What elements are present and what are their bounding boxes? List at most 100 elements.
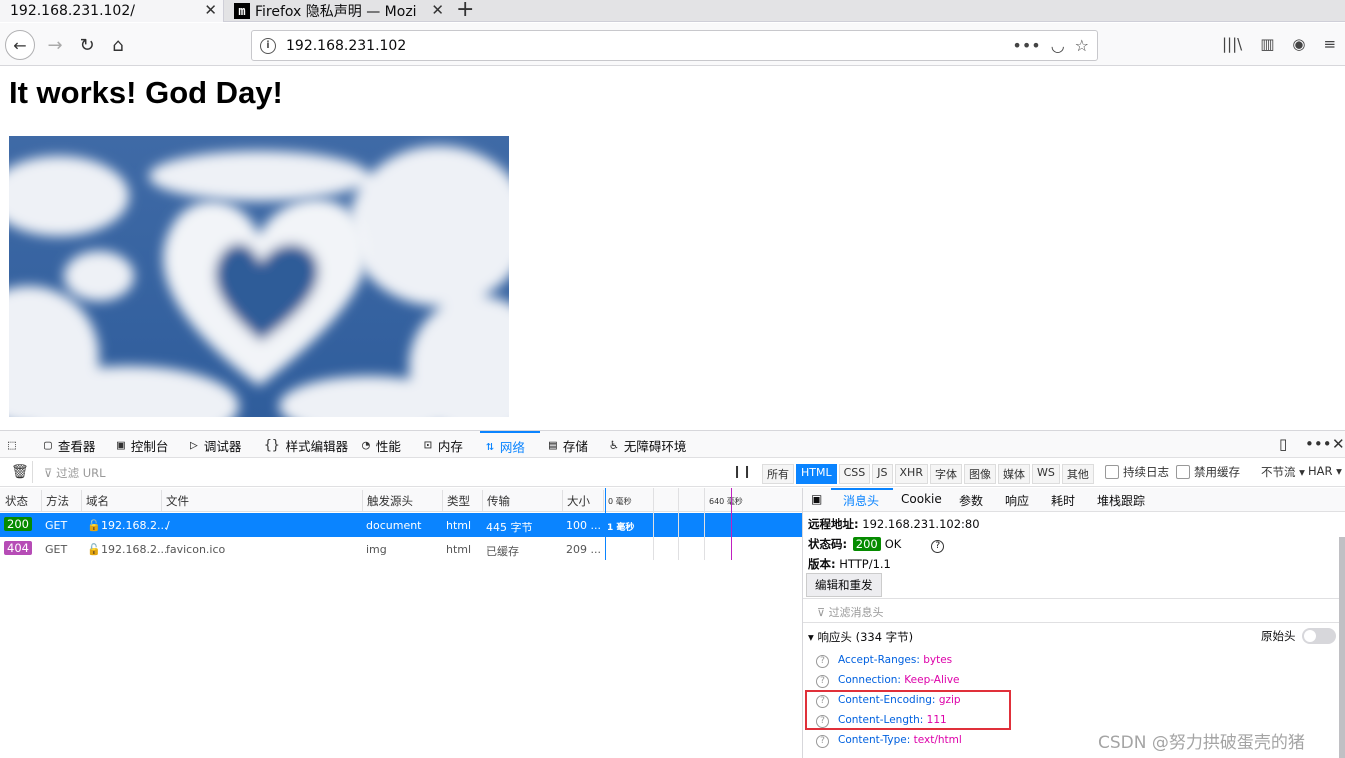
col-method[interactable]: 方法 xyxy=(46,493,69,509)
col-file[interactable]: 文件 xyxy=(166,493,189,509)
tab-headers[interactable]: 消息头 xyxy=(843,492,879,509)
tab-accessibility[interactable]: ♿ 无障碍环境 xyxy=(610,431,686,459)
request-cause: document xyxy=(366,519,422,532)
waterfall-load-line xyxy=(731,488,732,560)
devtools-toolbar: ⬚ ▢ 查看器 ▣ 控制台 ▷ 调试器 {} 样式编辑器 ◔ 性能 ⊡ 内存 ⇅ 网络 ▤ 存储… xyxy=(0,430,1345,458)
library-icon[interactable]: |||\ xyxy=(1222,35,1242,53)
filter-media[interactable]: 媒体 xyxy=(997,464,1030,484)
disable-cache-checkbox[interactable]: 禁用缓存 xyxy=(1176,464,1240,480)
url-bar[interactable]: i 192.168.231.102 ••• ◡ ☆ xyxy=(251,30,1098,61)
edit-resend-button[interactable]: 编辑和重发 xyxy=(806,573,882,597)
tab-network[interactable]: ⇅ 网络 xyxy=(480,431,540,459)
new-tab-icon[interactable]: + xyxy=(456,0,474,22)
more-icon[interactable]: ••• xyxy=(1012,36,1040,55)
table-row[interactable]: 200 GET 🔓 192.168.2... / document html 4… xyxy=(0,513,802,537)
filter-css[interactable]: CSS xyxy=(838,464,871,484)
filter-ws[interactable]: WS xyxy=(1031,464,1060,484)
close-icon[interactable]: ✕ xyxy=(1332,435,1345,453)
toggle-panel-icon[interactable]: ▣ xyxy=(811,492,822,506)
forward-icon[interactable]: → xyxy=(40,30,70,60)
tab-response[interactable]: 响应 xyxy=(1005,492,1029,509)
request-file: favicon.ico xyxy=(166,543,226,556)
col-type[interactable]: 类型 xyxy=(447,493,470,509)
tab-performance[interactable]: ◔ 性能 xyxy=(362,431,401,459)
col-transferred[interactable]: 传输 xyxy=(487,493,510,509)
tab-timings[interactable]: 耗时 xyxy=(1051,492,1075,509)
har-menu[interactable]: HAR ▾ xyxy=(1308,464,1342,478)
request-domain: 192.168.2... xyxy=(101,519,168,532)
filter-url-input[interactable]: ⊽ 过滤 URL xyxy=(44,465,106,481)
filter-xhr[interactable]: XHR xyxy=(894,464,928,484)
heart-cloud-image xyxy=(9,136,509,417)
request-method: GET xyxy=(45,519,68,532)
close-icon[interactable]: ✕ xyxy=(431,1,444,19)
help-icon[interactable]: ? xyxy=(816,675,829,688)
close-icon[interactable]: ✕ xyxy=(204,1,217,19)
info-icon[interactable]: i xyxy=(260,37,276,54)
request-type: html xyxy=(446,519,472,532)
persist-log-checkbox[interactable]: 持续日志 xyxy=(1105,464,1169,480)
tab-inspector[interactable]: ▢ 查看器 xyxy=(44,431,95,459)
tab-console[interactable]: ▣ 控制台 xyxy=(117,431,168,459)
request-size: 100 ... xyxy=(566,519,601,532)
tab-params[interactable]: 参数 xyxy=(959,492,983,509)
filter-other[interactable]: 其他 xyxy=(1061,464,1094,484)
throttle-select[interactable]: 不节流 ▾ xyxy=(1261,464,1305,480)
menu-icon[interactable]: ≡ xyxy=(1324,35,1337,53)
inspector-icon: ▢ xyxy=(44,437,52,453)
response-headers-section[interactable]: ▾ 响应头 (334 字节) xyxy=(808,629,913,645)
page-heading: It works! God Day! xyxy=(9,75,283,110)
tab-memory[interactable]: ⊡ 内存 xyxy=(424,431,463,459)
header-row: ? Content-Type: text/html xyxy=(816,734,962,748)
sidebar-icon[interactable]: ▥ xyxy=(1260,35,1274,53)
help-icon[interactable]: ? xyxy=(816,655,829,668)
col-domain[interactable]: 域名 xyxy=(86,493,109,509)
tab-storage[interactable]: ▤ 存储 xyxy=(549,431,588,459)
tab-stack-trace[interactable]: 堆栈跟踪 xyxy=(1097,492,1145,509)
nav-bar: ← → ↻ ⌂ i 192.168.231.102 ••• ◡ ☆ |||\ ▥… xyxy=(0,23,1345,66)
filter-html[interactable]: HTML xyxy=(796,464,837,484)
tab-privacy[interactable]: m Firefox 隐私声明 — Mozi ✕ xyxy=(226,0,450,22)
trash-icon[interactable]: 🗑 xyxy=(11,464,29,480)
updown-arrows-icon: ⇅ xyxy=(486,438,494,454)
watermark: CSDN @努力拱破蛋壳的猪 xyxy=(1098,733,1305,753)
tab-current[interactable]: 192.168.231.102/ ✕ xyxy=(0,0,224,22)
tab-cookie[interactable]: Cookie xyxy=(901,492,942,506)
table-row[interactable]: 404 GET 🔓 192.168.2... favicon.ico img h… xyxy=(0,537,802,561)
pause-icon[interactable]: ❙❙ xyxy=(732,464,752,478)
col-cause[interactable]: 触发源头 xyxy=(367,493,413,509)
bookmark-star-icon[interactable]: ☆ xyxy=(1075,36,1089,55)
tab-strip: 192.168.231.102/ ✕ m Firefox 隐私声明 — Mozi… xyxy=(0,0,1345,22)
raw-headers-toggle[interactable]: 原始头 xyxy=(1261,628,1336,644)
status-code: 状态码: 200 OK? xyxy=(808,536,945,553)
details-scrollbar[interactable] xyxy=(1339,537,1345,758)
col-size[interactable]: 大小 xyxy=(567,493,590,509)
filter-all[interactable]: 所有 xyxy=(762,464,794,484)
status-badge: 404 xyxy=(4,541,32,555)
filter-js[interactable]: JS xyxy=(872,464,893,484)
back-icon[interactable]: ← xyxy=(5,30,35,60)
col-status[interactable]: 状态 xyxy=(5,493,28,509)
help-icon[interactable]: ? xyxy=(816,735,829,748)
filter-fonts[interactable]: 字体 xyxy=(929,464,962,484)
filter-images[interactable]: 图像 xyxy=(963,464,996,484)
element-picker-icon[interactable]: ⬚ xyxy=(8,431,22,459)
account-icon[interactable]: ◉ xyxy=(1292,35,1305,53)
url-text[interactable]: 192.168.231.102 xyxy=(286,38,406,54)
help-icon[interactable]: ? xyxy=(931,540,945,553)
home-icon[interactable]: ⌂ xyxy=(103,30,133,60)
tab-style-editor[interactable]: {} 样式编辑器 xyxy=(264,431,348,459)
console-icon: ▣ xyxy=(117,437,125,453)
storage-icon: ▤ xyxy=(549,437,557,453)
request-cause: img xyxy=(366,543,387,556)
status-badge: 200 xyxy=(852,537,881,551)
request-domain: 192.168.2... xyxy=(101,543,168,556)
gauge-icon: ◔ xyxy=(362,437,370,453)
dock-icon[interactable]: ▯ xyxy=(1279,435,1287,453)
pocket-icon[interactable]: ◡ xyxy=(1051,36,1065,55)
tab-title: 192.168.231.102/ xyxy=(10,3,135,19)
more-icon[interactable]: ••• xyxy=(1305,435,1332,453)
filter-headers-input[interactable]: ⊽ 过滤消息头 xyxy=(817,604,884,620)
tab-debugger[interactable]: ▷ 调试器 xyxy=(190,431,241,459)
reload-icon[interactable]: ↻ xyxy=(72,30,102,60)
